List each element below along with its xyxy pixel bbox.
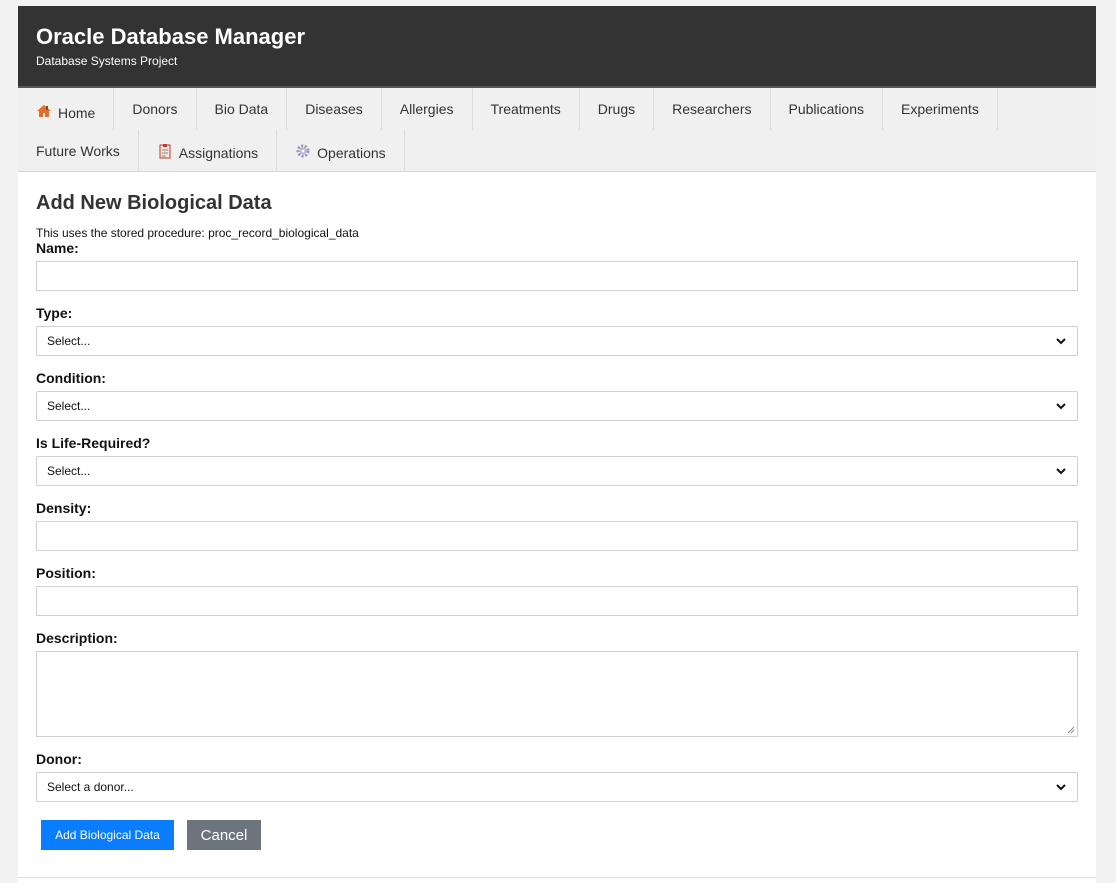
form-buttons: Add Biological Data Cancel: [36, 820, 1078, 850]
app-header: Oracle Database Manager Database Systems…: [18, 6, 1096, 88]
nav-item-bio-data[interactable]: Bio Data: [197, 88, 288, 130]
nav-item-label: Bio Data: [214, 101, 269, 117]
add-biological-data-button[interactable]: Add Biological Data: [41, 820, 174, 850]
condition-group: Condition: Select...: [36, 370, 1078, 421]
nav-item-donors[interactable]: Donors: [114, 88, 197, 130]
type-label: Type:: [36, 305, 73, 321]
app-subtitle: Database Systems Project: [36, 54, 178, 68]
app-container: Oracle Database Manager Database Systems…: [18, 6, 1096, 883]
type-select[interactable]: Select...: [36, 326, 1078, 356]
donor-label: Donor:: [36, 751, 82, 767]
footer-divider: [18, 877, 1096, 878]
density-group: Density:: [36, 500, 1078, 551]
nav-item-label: Treatments: [490, 101, 561, 117]
nav-item-home[interactable]: Home: [18, 88, 115, 130]
condition-select-value: Select...: [47, 399, 91, 413]
cancel-button[interactable]: Cancel: [187, 820, 261, 850]
nav-item-treatments[interactable]: Treatments: [473, 88, 580, 130]
nav-item-experiments[interactable]: Experiments: [883, 88, 998, 130]
nav-item-label: Publications: [788, 101, 865, 117]
nav-item-label: Operations: [317, 145, 386, 161]
donor-group: Donor: Select a donor...: [36, 751, 1078, 802]
type-select-value: Select...: [47, 334, 91, 348]
position-label: Position:: [36, 565, 96, 581]
resize-grip-icon[interactable]: [1067, 726, 1075, 734]
clipboard-icon: [157, 143, 173, 159]
density-label: Density:: [36, 500, 92, 516]
chevron-down-icon: [1056, 403, 1066, 410]
nav-item-drugs[interactable]: Drugs: [580, 88, 655, 130]
donor-select-value: Select a donor...: [47, 780, 134, 794]
life-required-select[interactable]: Select...: [36, 456, 1078, 486]
position-group: Position:: [36, 565, 1078, 616]
procedure-note: This uses the stored procedure: proc_rec…: [36, 226, 359, 240]
donor-select[interactable]: Select a donor...: [36, 772, 1078, 802]
chevron-down-icon: [1056, 468, 1066, 475]
condition-label: Condition:: [36, 370, 106, 386]
nav-item-assignations[interactable]: Assignations: [139, 130, 278, 172]
chevron-down-icon: [1056, 784, 1066, 791]
nav-item-label: Future Works: [36, 143, 120, 159]
nav-item-operations[interactable]: Operations: [277, 130, 405, 172]
page-title: Add New Biological Data: [36, 192, 272, 214]
house-icon: [36, 103, 52, 119]
condition-select[interactable]: Select...: [36, 391, 1078, 421]
main-nav: Home Donors Bio Data Diseases Allergies …: [18, 88, 1096, 172]
nav-item-publications[interactable]: Publications: [771, 88, 884, 130]
nav-item-label: Experiments: [901, 101, 979, 117]
app-title: Oracle Database Manager: [36, 24, 306, 49]
life-required-group: Is Life-Required? Select...: [36, 435, 1078, 486]
description-label: Description:: [36, 630, 118, 646]
nav-item-label: Drugs: [597, 101, 636, 117]
description-group: Description:: [36, 630, 1078, 737]
description-textarea[interactable]: [36, 651, 1078, 737]
nav-item-diseases[interactable]: Diseases: [287, 88, 382, 130]
name-input[interactable]: [36, 261, 1078, 291]
chevron-down-icon: [1056, 338, 1066, 345]
nav-item-label: Allergies: [399, 101, 454, 117]
type-group: Type: Select...: [36, 305, 1078, 356]
nav-item-label: Donors: [132, 101, 178, 117]
nav-item-researchers[interactable]: Researchers: [654, 88, 771, 130]
form-content: Add New Biological Data This uses the st…: [18, 192, 1096, 850]
life-required-select-value: Select...: [47, 464, 91, 478]
gear-icon: [295, 143, 311, 159]
name-group: Name:: [36, 240, 1078, 291]
nav-item-label: Researchers: [672, 101, 752, 117]
nav-item-label: Assignations: [178, 145, 259, 161]
name-label: Name:: [36, 240, 79, 256]
density-input[interactable]: [36, 521, 1078, 551]
life-required-label: Is Life-Required?: [36, 435, 151, 451]
nav-item-label: Home: [58, 105, 96, 121]
nav-item-future-works[interactable]: Future Works: [18, 130, 139, 172]
nav-item-allergies[interactable]: Allergies: [382, 88, 473, 130]
nav-item-label: Diseases: [305, 101, 363, 117]
position-input[interactable]: [36, 586, 1078, 616]
